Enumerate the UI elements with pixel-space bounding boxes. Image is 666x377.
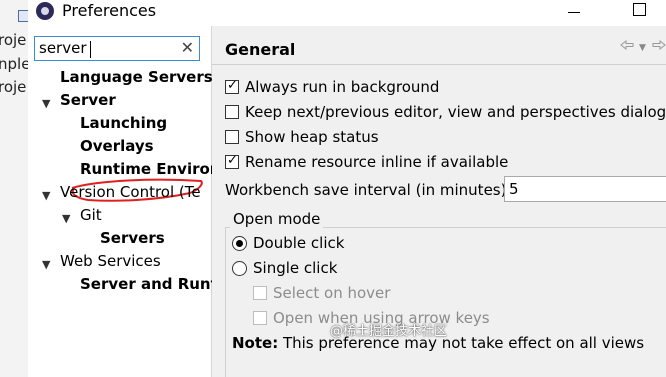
background-text: roje: [0, 31, 27, 49]
save-interval-value: 5: [509, 180, 519, 198]
tree-item-overlays[interactable]: Overlays: [80, 137, 154, 155]
note-prefix: Note:: [232, 334, 279, 352]
expand-chevron-icon[interactable]: ▼: [62, 212, 70, 225]
forward-arrow-icon[interactable]: [652, 40, 666, 50]
save-interval-input[interactable]: 5: [504, 176, 666, 202]
background-app-strip: roje nple roje: [0, 0, 29, 377]
tree-item-server-and-runtime[interactable]: Server and Runt: [80, 275, 218, 293]
checkbox-label: Select on hover: [273, 284, 391, 302]
checkbox-label: Always run in background: [245, 78, 440, 96]
tree-item-language-servers[interactable]: Language Servers: [60, 68, 213, 86]
tree-item-version-control[interactable]: Version Control (Te: [60, 183, 201, 201]
background-text: nple: [0, 55, 28, 73]
checkbox-label: Rename resource inline if available: [245, 153, 509, 171]
filter-value: server: [39, 39, 87, 57]
tree-item-launching[interactable]: Launching: [80, 114, 167, 132]
tree-item-runtime-environments[interactable]: Runtime Enviror: [80, 160, 217, 178]
save-interval-label: Workbench save interval (in minutes):: [225, 181, 512, 199]
filter-input[interactable]: server ✕: [34, 36, 200, 61]
window-title: Preferences: [62, 1, 157, 20]
history-dropdown-icon[interactable]: ▼: [639, 43, 646, 53]
checkbox[interactable]: [225, 130, 239, 144]
expand-chevron-icon[interactable]: ▼: [42, 258, 50, 271]
title-bar: Preferences: [28, 0, 666, 26]
page-title: General: [225, 40, 296, 59]
tree-item-git[interactable]: Git: [80, 206, 102, 224]
checkbox-label: Show heap status: [245, 128, 379, 146]
watermark-text: @稀土掘金技术社区: [330, 324, 448, 339]
text-caret: [90, 41, 91, 58]
minimize-button[interactable]: [568, 12, 580, 13]
checkbox[interactable]: [225, 105, 239, 119]
open-mode-title: Open mode: [230, 210, 324, 228]
check-icon: ✓: [227, 153, 238, 168]
preference-tree-pane: server ✕ Language Servers ▼ Server Launc…: [28, 26, 218, 377]
radio-label: Single click: [253, 259, 338, 277]
background-text: roje: [0, 78, 27, 96]
checkbox: [253, 286, 267, 300]
tree-item-servers[interactable]: Servers: [100, 229, 165, 247]
eclipse-app-icon: [36, 2, 54, 20]
tree-item-web-services[interactable]: Web Services: [60, 252, 161, 270]
checkbox: [253, 311, 267, 325]
checkbox[interactable]: ✓: [225, 153, 239, 169]
radio-button[interactable]: [232, 236, 247, 251]
maximize-button[interactable]: [633, 3, 646, 16]
tree-item-server[interactable]: Server: [60, 91, 116, 109]
check-icon: ✓: [227, 78, 238, 93]
clear-filter-icon[interactable]: ✕: [181, 38, 194, 57]
expand-chevron-icon[interactable]: ▼: [42, 189, 50, 202]
radio-button[interactable]: [232, 261, 247, 276]
page-header: General ▼: [212, 26, 666, 65]
checkbox[interactable]: ✓: [225, 78, 239, 94]
radio-label: Double click: [253, 234, 345, 252]
checkbox-label: Keep next/previous editor, view and pers…: [245, 103, 666, 121]
back-arrow-icon[interactable]: [620, 40, 634, 50]
expand-chevron-icon[interactable]: ▼: [42, 97, 50, 110]
